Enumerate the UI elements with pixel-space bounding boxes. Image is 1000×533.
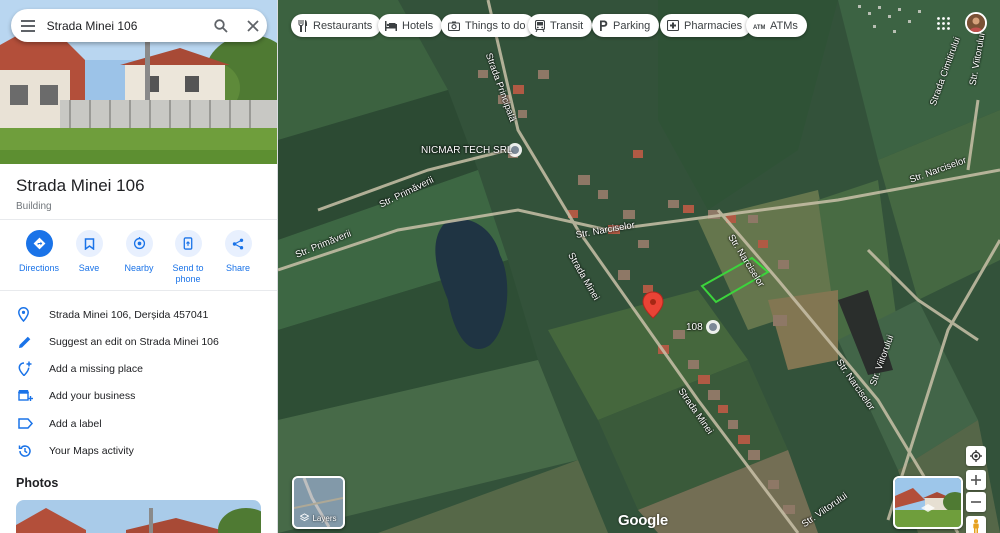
add-business-icon — [0, 389, 49, 402]
minus-icon — [971, 501, 981, 503]
add-business-row[interactable]: Add your business — [0, 383, 277, 408]
share-button[interactable]: Share — [210, 230, 266, 274]
maps-activity-row[interactable]: Your Maps activity — [0, 438, 277, 463]
chip-transit[interactable]: Transit — [528, 14, 593, 37]
chip-label: Things to do — [465, 19, 526, 32]
street-view-preview — [895, 478, 961, 527]
label-icon — [0, 418, 49, 429]
chip-pharmacies[interactable]: Pharmacies — [660, 14, 752, 37]
search-box[interactable] — [11, 9, 267, 42]
directions-button[interactable]: Directions — [11, 230, 67, 274]
photos-heading: Photos — [16, 476, 59, 490]
zoom-out-button[interactable] — [966, 492, 986, 512]
plus-icon — [971, 475, 981, 485]
send-to-phone-button[interactable]: Send to phone — [160, 230, 216, 285]
add-missing-place-row[interactable]: Add a missing place — [0, 356, 277, 381]
chip-label: ATMs — [770, 19, 798, 32]
parking-icon — [599, 20, 608, 31]
search-icon[interactable] — [207, 9, 236, 42]
place-panel: Strada Minei 106 Building Directions Sav… — [0, 0, 278, 533]
avatar-image — [967, 14, 985, 32]
chip-things-to-do[interactable]: Things to do — [441, 14, 535, 37]
nearby-button[interactable]: Nearby — [111, 230, 167, 274]
hotel-icon — [385, 20, 397, 31]
photo-thumbnail[interactable] — [16, 500, 261, 533]
search-input[interactable] — [46, 18, 187, 33]
atm-icon: ATM — [753, 22, 765, 30]
chip-parking[interactable]: Parking — [592, 14, 660, 37]
address-marker[interactable] — [706, 320, 720, 334]
add-place-icon — [0, 361, 49, 376]
street-view-thumbnail[interactable] — [893, 476, 963, 529]
chip-hotels[interactable]: Hotels — [378, 14, 443, 37]
add-business-text: Add your business — [49, 389, 136, 402]
transit-icon — [535, 19, 545, 32]
place-type: Building — [16, 201, 52, 212]
add-missing-place-text: Add a missing place — [49, 362, 143, 375]
save-label: Save — [78, 263, 100, 273]
chip-label: Transit — [550, 19, 584, 32]
apps-grid-icon — [936, 16, 950, 30]
place-title: Strada Minei 106 — [16, 176, 145, 195]
close-icon[interactable] — [238, 9, 267, 42]
account-avatar[interactable] — [965, 12, 987, 34]
maps-activity-text: Your Maps activity — [49, 444, 134, 457]
my-location-button[interactable] — [966, 446, 986, 466]
map-controls — [966, 446, 986, 533]
share-label: Share — [225, 263, 251, 273]
my-location-icon — [970, 450, 982, 462]
location-pin-icon — [0, 307, 49, 322]
house-number-label: 108 — [686, 322, 703, 333]
chip-label: Pharmacies — [684, 19, 743, 32]
action-bar: Directions Save Nearby Send to phone Sha… — [0, 219, 277, 291]
chip-label: Restaurants — [313, 19, 373, 32]
share-icon — [224, 230, 252, 257]
place-header: Strada Minei 106 Building — [16, 176, 145, 212]
layers-icon — [300, 513, 310, 524]
nearby-label: Nearby — [124, 263, 154, 273]
apps-grid-button[interactable] — [932, 12, 954, 34]
pegman-icon — [973, 519, 979, 533]
send-to-phone-label: Send to phone — [172, 263, 204, 284]
satellite-imagery — [278, 0, 1000, 533]
menu-icon[interactable] — [14, 9, 43, 42]
zoom-in-button[interactable] — [966, 470, 986, 490]
add-label-row[interactable]: Add a label — [0, 411, 277, 436]
history-icon — [0, 444, 49, 458]
layers-label: Layers — [312, 514, 337, 523]
restaurant-icon — [298, 19, 308, 32]
save-button[interactable]: Save — [61, 230, 117, 274]
photo-thumbnail-image — [16, 500, 261, 533]
chip-label: Hotels — [402, 19, 434, 32]
chip-restaurants[interactable]: Restaurants — [291, 14, 382, 37]
pharmacy-icon — [667, 20, 679, 31]
send-to-phone-icon — [174, 230, 202, 257]
chip-atms[interactable]: ATM ATMs — [746, 14, 807, 37]
layers-button[interactable]: Layers — [292, 476, 345, 529]
directions-icon — [25, 230, 53, 257]
directions-label: Directions — [18, 263, 59, 273]
nearby-icon — [125, 230, 153, 257]
suggest-edit-row[interactable]: Suggest an edit on Strada Minei 106 — [0, 329, 277, 354]
suggest-edit-text: Suggest an edit on Strada Minei 106 — [49, 335, 219, 348]
address-row[interactable]: Strada Minei 106, Derșida 457041 — [0, 302, 277, 327]
bookmark-icon — [75, 230, 103, 257]
poi-label[interactable]: NICMAR TECH SRL — [421, 145, 513, 156]
svg-text:ATM: ATM — [753, 25, 765, 30]
chip-label: Parking — [613, 19, 651, 32]
add-label-text: Add a label — [49, 417, 102, 430]
layers-label-wrap: Layers — [294, 513, 343, 524]
edit-pencil-icon — [0, 335, 49, 349]
map-canvas[interactable]: Strada Principală Str. Primăverii Str. P… — [278, 0, 1000, 533]
address-text: Strada Minei 106, Derșida 457041 — [49, 308, 209, 321]
google-logo: Google — [618, 512, 668, 529]
camera-icon — [448, 21, 460, 31]
pegman-button[interactable] — [966, 516, 986, 533]
